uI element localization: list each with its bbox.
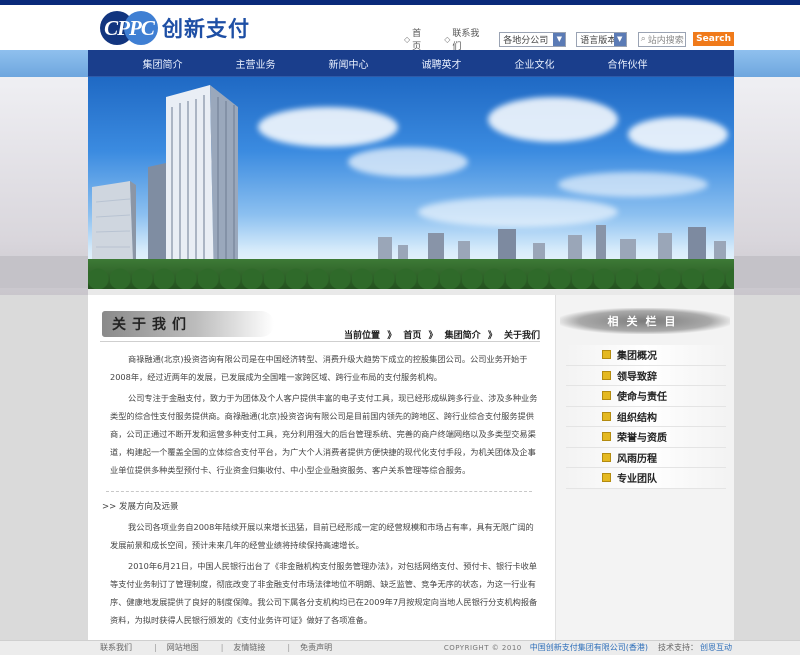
breadcrumb: 当前位置 》 首页 》 集团简介 》 关于我们 bbox=[344, 331, 540, 341]
breadcrumb-home[interactable]: 首页 bbox=[403, 331, 421, 341]
square-bullet-icon bbox=[602, 452, 611, 462]
search-input[interactable]: ⌕ 站内搜索 bbox=[637, 31, 687, 47]
square-bullet-icon bbox=[602, 432, 611, 442]
article-body: 商祿融通(北京)投资咨询有限公司是在中国经济转型、消费升级大趋势下成立的控股集团… bbox=[102, 350, 538, 629]
company-link[interactable]: 中国创新支付集团有限公司(香港) bbox=[530, 642, 648, 653]
paragraph: 公司专注于金融支付，致力于为团体及个人客户提供丰富的电子支付工具，现已经形成纵跨… bbox=[110, 393, 538, 475]
breadcrumb-section[interactable]: 集团简介 bbox=[445, 331, 481, 341]
nav-item-partners[interactable]: 合作伙伴 bbox=[581, 56, 674, 71]
logo-mark: CPPC bbox=[100, 11, 158, 45]
sidebar-list: 集团概况 领导致辞 使命与责任 组织结构 荣誉与资质 风雨历程 专业团队 bbox=[566, 345, 726, 489]
article-column: 关于我们 当前位置 》 首页 》 集团简介 》 关于我们 商祿融通(北京)投资咨… bbox=[100, 295, 540, 640]
diamond-icon: ◇ bbox=[444, 34, 451, 44]
sidebar-item-structure[interactable]: 组织结构 bbox=[566, 406, 726, 427]
footer-link-sitemap[interactable]: 网站地图 bbox=[167, 642, 199, 653]
banner-image bbox=[88, 77, 734, 289]
square-bullet-icon bbox=[602, 391, 611, 401]
nav-item-business[interactable]: 主营业务 bbox=[209, 56, 302, 71]
sidebar-item-team[interactable]: 专业团队 bbox=[566, 468, 726, 489]
nav-item-news[interactable]: 新闻中心 bbox=[302, 56, 395, 71]
paragraph: 商祿融通(北京)投资咨询有限公司是在中国经济转型、消费升级大趋势下成立的控股集团… bbox=[110, 354, 528, 382]
sidebar-title: 相关栏目 bbox=[607, 315, 684, 328]
breadcrumb-current: 关于我们 bbox=[503, 331, 540, 341]
language-select[interactable]: 语言版本 ▼ bbox=[576, 31, 627, 47]
footer-link-contact[interactable]: 联系我们 bbox=[100, 642, 132, 653]
page-container: CPPC 创新支付 ◇ 首页 ◇ 联系我们 各地分公司 ▼ 语言版本 ▼ ⌕ 站… bbox=[88, 0, 735, 655]
copyright: COPYRIGHT © 2010 bbox=[443, 643, 522, 652]
nav-item-careers[interactable]: 诚聘英才 bbox=[395, 56, 488, 71]
chevron-down-icon: ▼ bbox=[613, 32, 626, 46]
nav-item-group-intro[interactable]: 集团简介 bbox=[116, 56, 209, 71]
tech-support-link[interactable]: 创恩互动 bbox=[700, 642, 732, 653]
footer-link-disclaimer[interactable]: 免责声明 bbox=[300, 642, 332, 653]
section-subhead: >> 发展方向及远景 bbox=[102, 502, 179, 512]
header: CPPC 创新支付 ◇ 首页 ◇ 联系我们 各地分公司 ▼ 语言版本 ▼ ⌕ 站… bbox=[88, 5, 735, 52]
sidebar-item-overview[interactable]: 集团概况 bbox=[566, 345, 726, 366]
square-bullet-icon bbox=[602, 473, 611, 483]
city-skyline bbox=[358, 223, 734, 263]
footer-link-friends[interactable]: 友情链接 bbox=[233, 642, 265, 653]
sidebar-item-honors[interactable]: 荣誉与资质 bbox=[566, 427, 726, 448]
search-button[interactable]: Search bbox=[693, 32, 735, 46]
paragraph: 我公司各项业务自2008年陆续开展以来增长迅猛，目前已经形成一定的经营规模和市场… bbox=[110, 522, 534, 550]
tree-line bbox=[88, 259, 734, 289]
region-select[interactable]: 各地分公司 ▼ bbox=[499, 31, 567, 47]
header-links: ◇ 首页 ◇ 联系我们 各地分公司 ▼ 语言版本 ▼ ⌕ 站内搜索 Search bbox=[404, 26, 735, 52]
home-link[interactable]: ◇ 首页 bbox=[404, 26, 428, 52]
logo-text: 创新支付 bbox=[162, 17, 250, 41]
contact-link[interactable]: ◇ 联系我们 bbox=[444, 26, 485, 52]
chevron-down-icon: ▼ bbox=[553, 32, 566, 46]
main-content: 关于我们 当前位置 》 首页 》 集团简介 》 关于我们 商祿融通(北京)投资咨… bbox=[88, 295, 734, 640]
square-bullet-icon bbox=[602, 370, 611, 380]
sidebar-item-mission[interactable]: 使命与责任 bbox=[566, 386, 726, 407]
logo[interactable]: CPPC 创新支付 bbox=[100, 11, 250, 45]
square-bullet-icon bbox=[602, 350, 611, 360]
footer: 联系我们 | 网站地图 | 友情链接 | 免责声明 COPYRIGHT © 20… bbox=[100, 642, 732, 653]
tech-support-label: 技术支持： bbox=[658, 643, 698, 652]
sidebar-item-leader-speech[interactable]: 领导致辞 bbox=[566, 365, 726, 386]
sidebar: 相关栏目 集团概况 领导致辞 使命与责任 组织结构 荣誉与资质 风雨历程 专业团… bbox=[555, 295, 734, 640]
diamond-icon: ◇ bbox=[404, 34, 411, 44]
logo-mark-text: CPPC bbox=[104, 16, 155, 40]
tower-building bbox=[92, 85, 238, 289]
square-bullet-icon bbox=[602, 411, 611, 421]
paragraph: 2010年6月21日，中国人民银行出台了《非金融机构支付服务管理办法》，对包括网… bbox=[110, 561, 538, 625]
search-icon: ⌕ bbox=[640, 34, 646, 44]
page-title: 关于我们 bbox=[112, 317, 192, 333]
sidebar-item-history[interactable]: 风雨历程 bbox=[566, 447, 726, 468]
main-nav: 集团简介 主营业务 新闻中心 诚聘英才 企业文化 合作伙伴 bbox=[88, 50, 734, 77]
nav-item-culture[interactable]: 企业文化 bbox=[488, 56, 581, 71]
